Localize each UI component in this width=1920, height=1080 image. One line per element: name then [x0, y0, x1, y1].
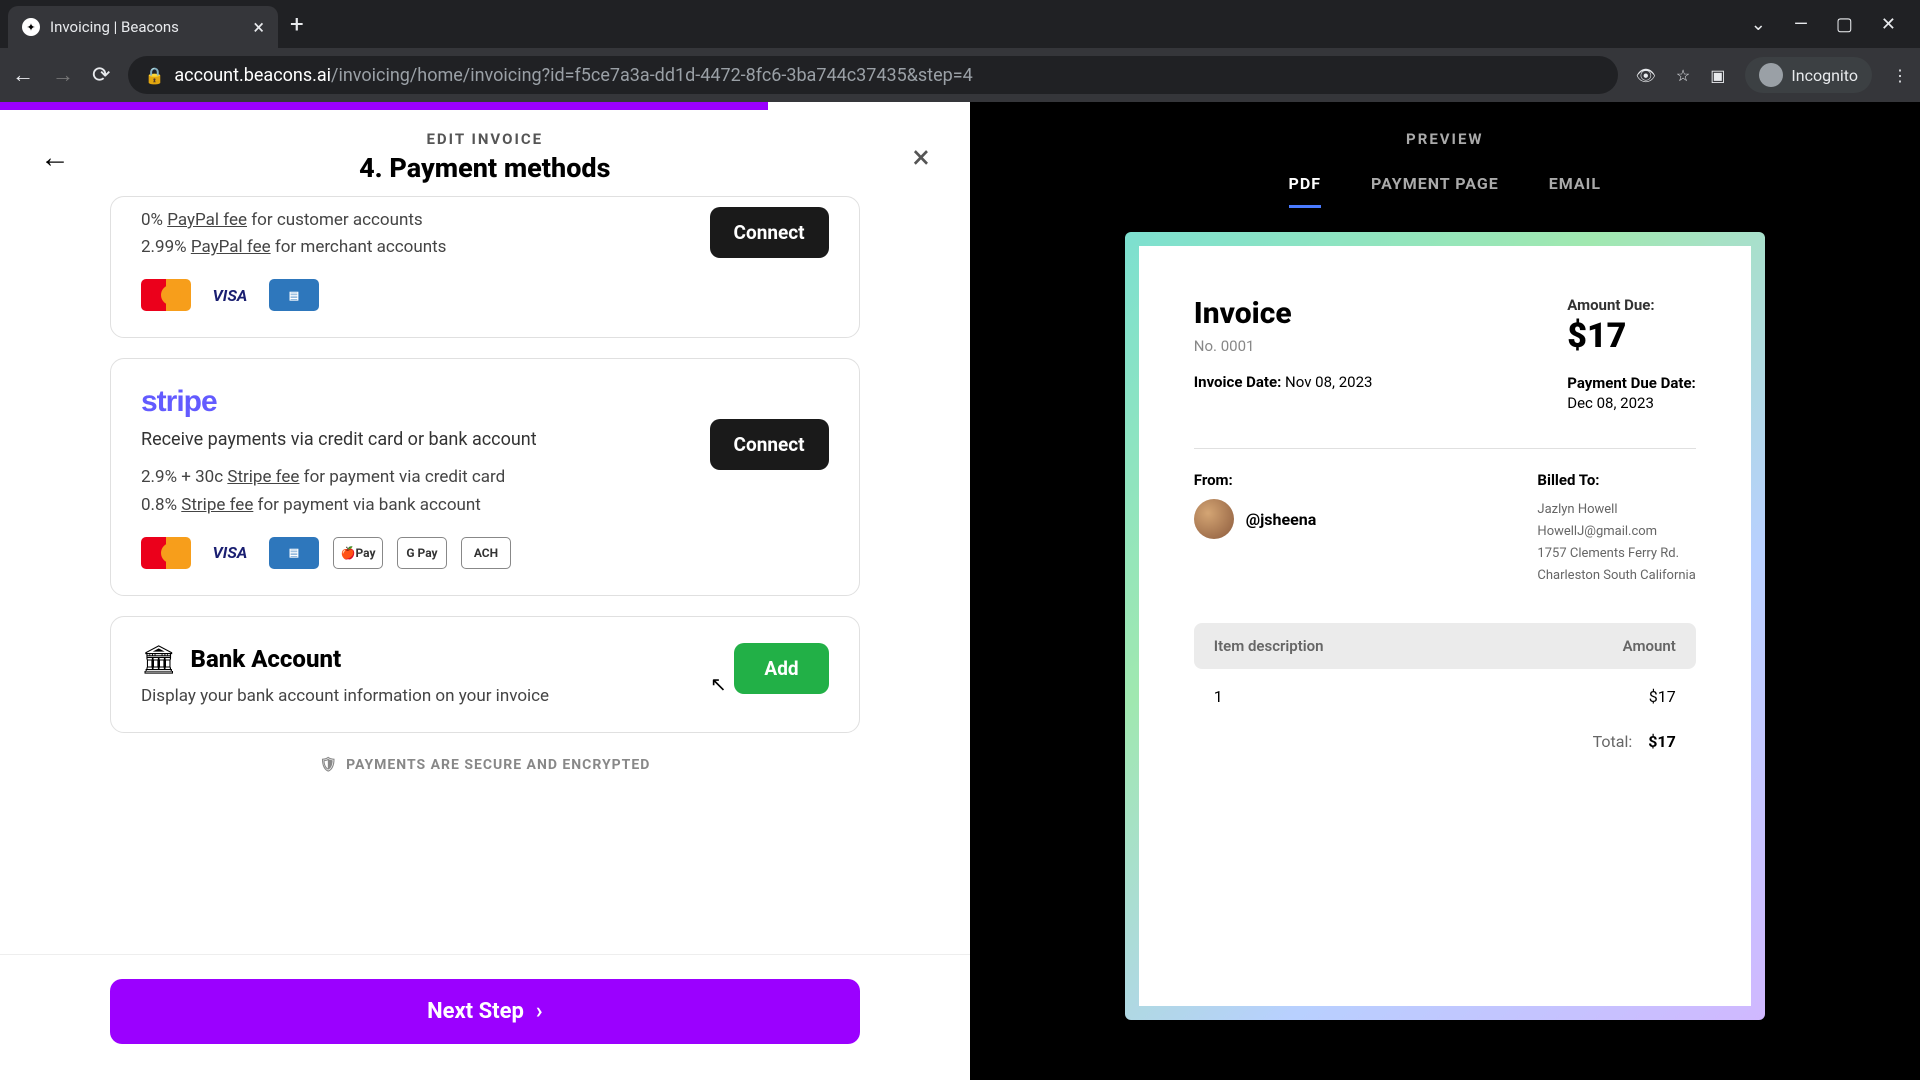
tab-payment-page[interactable]: PAYMENT PAGE: [1371, 174, 1499, 208]
minimize-icon[interactable]: ―: [1794, 14, 1808, 35]
bank-title: Bank Account: [191, 645, 342, 673]
panel-header: ← EDIT INVOICE 4. Payment methods ×: [0, 102, 970, 196]
ach-icon: ACH: [461, 537, 511, 569]
preview-panel: PREVIEW PDF PAYMENT PAGE EMAIL Invoice N…: [970, 102, 1920, 1080]
forward-nav-icon[interactable]: →: [52, 62, 74, 88]
apple-pay-icon: 🍎Pay: [333, 537, 383, 569]
browser-chrome: ✦ Invoicing | Beacons × + ⌄ ― ▢ ✕ ← → ⟳ …: [0, 0, 1920, 102]
items-table: Item description Amount 1 $17 Total: $17: [1194, 623, 1696, 759]
paypal-fee-link-1[interactable]: PayPal fee: [167, 210, 247, 230]
invoice-title: Invoice: [1194, 296, 1373, 331]
lock-icon: 🔒: [144, 66, 164, 85]
stripe-fee-line-1: 2.9% + 30c Stripe fee for payment via cr…: [141, 464, 710, 491]
stripe-desc: Receive payments via credit card or bank…: [141, 429, 710, 450]
favicon: ✦: [22, 18, 40, 36]
billed-info: Jazlyn Howell HowellJ@gmail.com 1757 Cle…: [1537, 499, 1695, 587]
tab-bar: ✦ Invoicing | Beacons × + ⌄ ― ▢ ✕: [0, 0, 1920, 48]
step-title: 4. Payment methods: [40, 152, 930, 184]
close-button[interactable]: ×: [913, 138, 930, 176]
incognito-badge[interactable]: Incognito: [1745, 57, 1872, 93]
incognito-icon: [1759, 63, 1783, 87]
chevron-right-icon: ›: [536, 999, 543, 1024]
menu-icon[interactable]: ⋮: [1892, 66, 1908, 85]
methods-scroll-area[interactable]: 0% PayPal fee for customer accounts 2.99…: [0, 196, 970, 954]
total-row: Total: $17: [1194, 724, 1696, 759]
stripe-logo: stripe: [141, 385, 829, 419]
paypal-fee-link-2[interactable]: PayPal fee: [191, 237, 271, 257]
new-tab-button[interactable]: +: [290, 10, 304, 38]
tab-title: Invoicing | Beacons: [50, 18, 243, 36]
browser-tab[interactable]: ✦ Invoicing | Beacons ×: [8, 6, 278, 48]
eye-off-icon[interactable]: 👁: [1636, 66, 1656, 85]
app-viewport: ← EDIT INVOICE 4. Payment methods × 0% P…: [0, 102, 1920, 1080]
progress-bar: [0, 102, 768, 110]
panel-footer: Next Step ›: [0, 954, 970, 1080]
table-row: 1 $17: [1194, 669, 1696, 724]
invoice-frame: Invoice No. 0001 Invoice Date: Nov 08, 2…: [1125, 232, 1765, 1020]
tab-close-icon[interactable]: ×: [253, 15, 264, 39]
caret-down-icon[interactable]: ⌄: [1751, 14, 1766, 35]
maximize-icon[interactable]: ▢: [1836, 14, 1853, 35]
google-pay-icon: G Pay: [397, 537, 447, 569]
left-panel: ← EDIT INVOICE 4. Payment methods × 0% P…: [0, 102, 970, 1080]
reload-icon[interactable]: ⟳: [92, 63, 110, 88]
visa-icon: VISA: [205, 279, 255, 311]
amount-due-value: $17: [1567, 316, 1696, 356]
close-window-icon[interactable]: ✕: [1881, 14, 1896, 35]
addr-right: 👁 ☆ ▣ Incognito ⋮: [1636, 57, 1908, 93]
address-bar: ← → ⟳ 🔒 account.beacons.ai/invoicing/hom…: [0, 48, 1920, 102]
stripe-fee-link-1[interactable]: Stripe fee: [227, 467, 299, 487]
paypal-connect-button[interactable]: Connect: [710, 207, 829, 258]
bank-add-button[interactable]: Add: [734, 643, 828, 694]
url-text: account.beacons.ai/invoicing/home/invoic…: [174, 65, 972, 86]
from-handle: @jsheena: [1246, 510, 1317, 529]
stripe-fee-link-2[interactable]: Stripe fee: [181, 495, 253, 515]
back-nav-icon[interactable]: ←: [12, 62, 34, 88]
mastercard-icon: [141, 537, 191, 569]
stripe-card-icons: VISA ▤ 🍎Pay G Pay ACH: [141, 537, 829, 569]
mastercard-icon: [141, 279, 191, 311]
amex-icon: ▤: [269, 279, 319, 311]
preview-label: PREVIEW: [1406, 130, 1483, 148]
edit-invoice-label: EDIT INVOICE: [40, 130, 930, 148]
bank-desc: Display your bank account information on…: [141, 686, 734, 706]
tab-pdf[interactable]: PDF: [1289, 174, 1322, 208]
tab-email[interactable]: EMAIL: [1549, 174, 1601, 208]
window-controls: ⌄ ― ▢ ✕: [1751, 14, 1912, 35]
from-avatar: [1194, 499, 1234, 539]
payment-due-value: Dec 08, 2023: [1567, 394, 1696, 412]
payment-due-label: Payment Due Date:: [1567, 374, 1696, 392]
bank-icon: 🏛: [141, 643, 177, 676]
secure-note: 🛡 PAYMENTS ARE SECURE AND ENCRYPTED: [110, 757, 860, 773]
paypal-card: 0% PayPal fee for customer accounts 2.99…: [110, 196, 860, 338]
amount-due-label: Amount Due:: [1567, 296, 1696, 314]
back-button[interactable]: ←: [40, 140, 70, 175]
col-amount: Amount: [1623, 637, 1676, 655]
stripe-fee-line-2: 0.8% Stripe fee for payment via bank acc…: [141, 492, 710, 519]
amex-icon: ▤: [269, 537, 319, 569]
from-label: From:: [1194, 471, 1317, 489]
url-bar[interactable]: 🔒 account.beacons.ai/invoicing/home/invo…: [128, 56, 1617, 94]
invoice-paper: Invoice No. 0001 Invoice Date: Nov 08, 2…: [1139, 246, 1751, 1006]
star-icon[interactable]: ☆: [1676, 66, 1690, 85]
install-icon[interactable]: ▣: [1710, 66, 1725, 85]
paypal-fee-line-2: 2.99% PayPal fee for merchant accounts: [141, 234, 710, 261]
visa-icon: VISA: [205, 537, 255, 569]
paypal-card-icons: VISA ▤: [141, 279, 829, 311]
col-description: Item description: [1214, 637, 1324, 655]
billed-to-label: Billed To:: [1537, 471, 1695, 489]
invoice-date: Invoice Date: Nov 08, 2023: [1194, 373, 1373, 391]
preview-tabs: PDF PAYMENT PAGE EMAIL: [1289, 174, 1601, 208]
invoice-number: No. 0001: [1194, 337, 1373, 355]
bank-card: 🏛 Bank Account Display your bank account…: [110, 616, 860, 733]
paypal-fee-line-1: 0% PayPal fee for customer accounts: [141, 207, 710, 234]
header-center: EDIT INVOICE 4. Payment methods: [40, 130, 930, 184]
stripe-card: stripe Receive payments via credit card …: [110, 358, 860, 595]
stripe-connect-button[interactable]: Connect: [710, 419, 829, 470]
shield-icon: 🛡: [319, 757, 338, 773]
next-step-button[interactable]: Next Step ›: [110, 979, 860, 1044]
